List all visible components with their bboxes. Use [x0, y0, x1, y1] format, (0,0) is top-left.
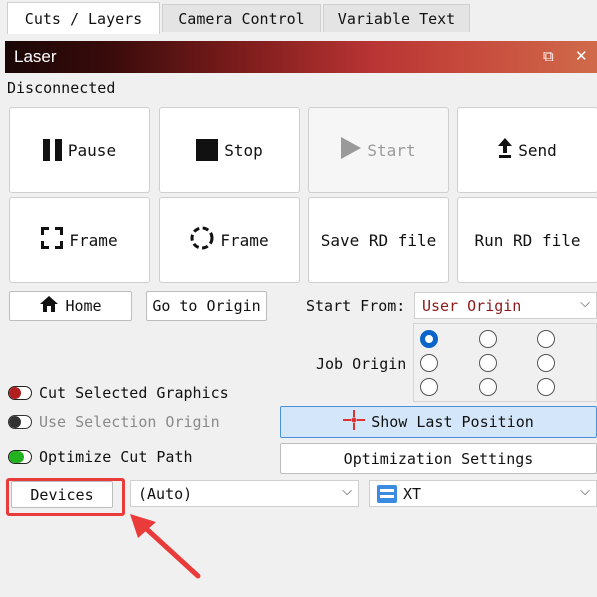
tab-label: Variable Text — [337, 9, 456, 28]
show-last-position-button[interactable]: Show Last Position — [280, 406, 597, 438]
frame-circle-icon — [190, 226, 214, 254]
upload-arrow-icon — [498, 138, 513, 162]
optimization-settings-button[interactable]: Optimization Settings — [280, 443, 597, 474]
restore-window-icon[interactable]: ⧉ — [543, 48, 554, 64]
tab-label: Cuts / Layers — [24, 9, 143, 28]
job-origin-middle-left[interactable] — [420, 354, 438, 372]
job-origin-middle-right[interactable] — [537, 354, 555, 372]
start-button[interactable]: Start — [308, 107, 449, 193]
stop-icon — [196, 139, 219, 161]
chevron-down-icon: ⌵ — [342, 484, 352, 499]
job-origin-top-right[interactable] — [537, 330, 555, 348]
job-origin-top-center[interactable] — [479, 330, 497, 348]
frame-label: Frame — [69, 230, 118, 250]
save-rd-file-button[interactable]: Save RD file — [308, 197, 449, 283]
device-port-select[interactable]: (Auto) ⌵ — [130, 480, 359, 507]
pause-label: Pause — [67, 140, 117, 160]
job-origin-label: Job Origin — [316, 355, 407, 373]
cut-selected-label: Cut Selected Graphics — [39, 384, 229, 402]
tab-variable-text[interactable]: Variable Text — [323, 4, 470, 32]
run-rd-label: Run RD file — [474, 230, 581, 250]
go-to-origin-label: Go to Origin — [152, 297, 261, 315]
home-label: Home — [65, 297, 102, 315]
job-origin-bottom-center[interactable] — [479, 378, 497, 396]
frame-square-icon — [41, 227, 64, 253]
stop-label: Stop — [224, 140, 263, 160]
pause-icon — [42, 139, 62, 161]
frame-label: Frame — [220, 230, 269, 250]
start-label: Start — [367, 140, 416, 160]
home-icon — [39, 295, 59, 317]
stop-button[interactable]: Stop — [159, 107, 300, 193]
annotation-highlight-box — [6, 478, 125, 516]
crosshair-icon — [343, 410, 366, 434]
close-icon[interactable]: ✕ — [575, 48, 588, 64]
start-from-value: User Origin — [422, 296, 522, 315]
optimization-settings-label: Optimization Settings — [343, 449, 534, 468]
tab-camera-control[interactable]: Camera Control — [162, 4, 321, 32]
show-last-position-label: Show Last Position — [371, 413, 534, 431]
chevron-down-icon: ⌵ — [580, 484, 590, 499]
device-model-select[interactable]: XT ⌵ — [369, 480, 597, 507]
tab-bar: Cuts / Layers Camera Control Variable Te… — [0, 0, 597, 34]
send-label: Send — [518, 140, 557, 160]
panel-title: Laser — [14, 47, 57, 66]
optimize-cut-path-label: Optimize Cut Path — [39, 448, 193, 466]
tab-label: Camera Control — [178, 9, 305, 28]
use-selection-origin-label: Use Selection Origin — [39, 413, 220, 431]
job-origin-bottom-left[interactable] — [420, 378, 438, 396]
device-port-value: (Auto) — [138, 484, 193, 503]
optimize-cut-path-toggle[interactable] — [8, 450, 32, 464]
frame-circle-button[interactable]: Frame — [159, 197, 300, 283]
save-rd-label: Save RD file — [320, 230, 437, 250]
start-from-select[interactable]: User Origin ⌵ — [414, 292, 597, 319]
toggle-knob — [9, 387, 21, 399]
use-selection-origin-toggle[interactable] — [8, 415, 32, 429]
send-button[interactable]: Send — [457, 107, 597, 193]
connection-status: Disconnected — [7, 79, 116, 97]
start-from-label: Start From: — [306, 297, 406, 315]
pause-button[interactable]: Pause — [9, 107, 150, 193]
job-origin-center[interactable] — [479, 354, 497, 372]
annotation-arrow-icon — [130, 514, 201, 579]
frame-rect-button[interactable]: Frame — [9, 197, 150, 283]
job-origin-grid — [413, 323, 597, 402]
play-icon — [341, 137, 362, 163]
tab-cuts-layers[interactable]: Cuts / Layers — [7, 2, 160, 34]
cut-selected-toggle[interactable] — [8, 386, 32, 400]
job-origin-top-left[interactable] — [420, 330, 438, 348]
job-origin-bottom-right[interactable] — [537, 378, 555, 396]
laser-panel-titlebar[interactable]: Laser ⧉ ✕ — [5, 41, 597, 73]
chevron-down-icon: ⌵ — [580, 296, 590, 311]
controller-icon — [377, 484, 397, 503]
go-to-origin-button[interactable]: Go to Origin — [146, 291, 267, 321]
toggle-knob — [9, 451, 24, 463]
toggle-knob — [9, 416, 21, 428]
home-button[interactable]: Home — [9, 291, 132, 321]
device-model-value: XT — [403, 484, 422, 503]
run-rd-file-button[interactable]: Run RD file — [457, 197, 597, 283]
